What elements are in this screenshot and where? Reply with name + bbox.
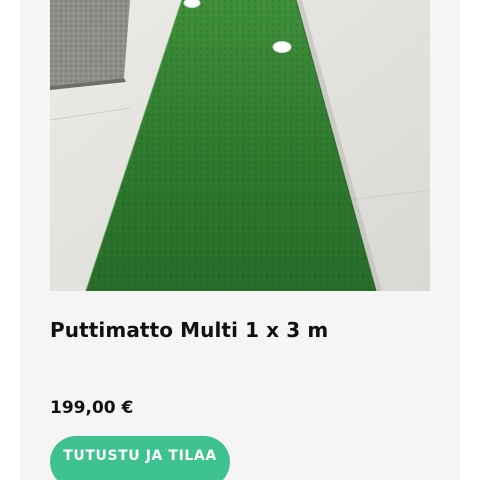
product-card: Puttimatto Multi 1 x 3 m 199,00 € TUTUST… <box>20 0 460 480</box>
rug <box>50 0 130 86</box>
product-title[interactable]: Puttimatto Multi 1 x 3 m <box>50 318 328 342</box>
product-image[interactable] <box>50 0 430 291</box>
hole-icon <box>272 41 292 53</box>
hole-icon <box>183 0 201 8</box>
learn-and-order-button[interactable]: TUTUSTU JA TILAA <box>50 436 230 480</box>
page: Puttimatto Multi 1 x 3 m 199,00 € TUTUST… <box>0 0 480 480</box>
product-price: 199,00 € <box>50 398 134 418</box>
